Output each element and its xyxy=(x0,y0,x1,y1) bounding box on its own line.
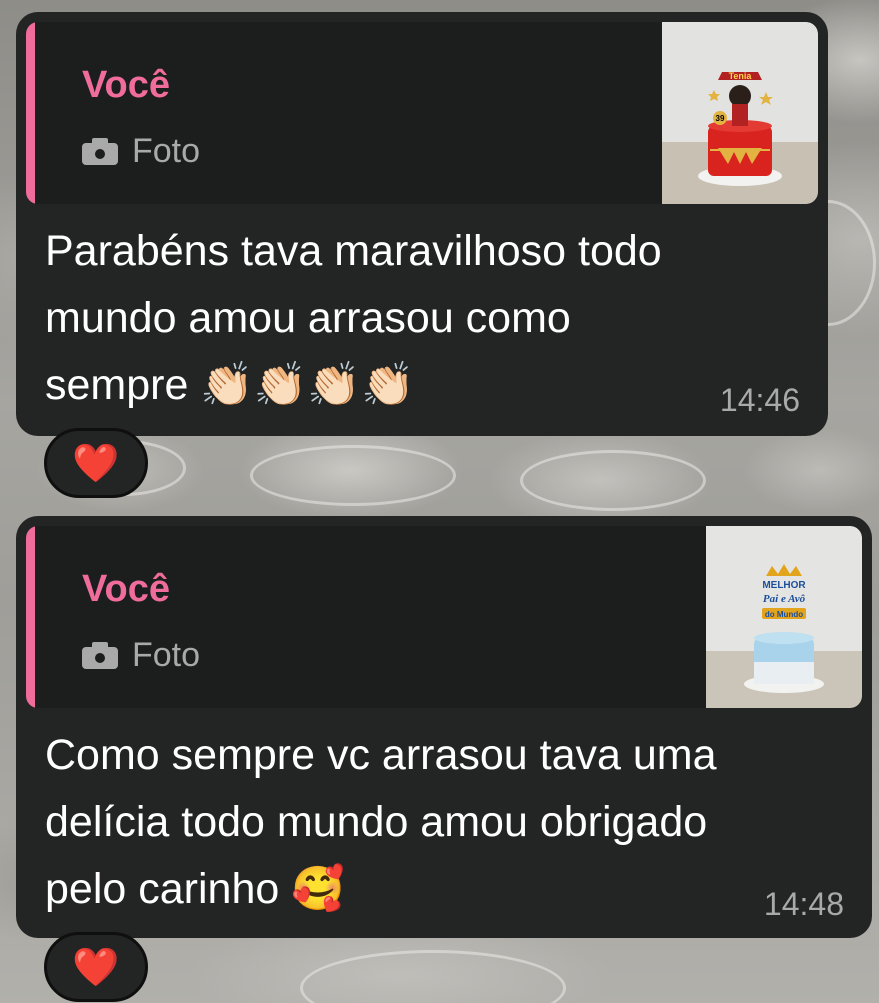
quote-accent-bar xyxy=(26,22,35,204)
quote-thumbnail[interactable]: MELHOR Pai e Avô do Mundo xyxy=(706,526,862,708)
svg-text:Pai e Avô: Pai e Avô xyxy=(763,593,806,605)
quote-accent-bar xyxy=(26,526,35,708)
heart-icon: ❤️ xyxy=(72,944,120,989)
cake-photo-wonder-woman: Tenia 39 xyxy=(662,22,818,204)
svg-text:Tenia: Tenia xyxy=(729,71,753,81)
svg-text:do Mundo: do Mundo xyxy=(765,610,803,619)
cake-photo-blue-melhor-pai: MELHOR Pai e Avô do Mundo xyxy=(706,526,862,708)
message-text: Parabéns tava maravilhoso todo mundo amo… xyxy=(45,227,662,409)
quote-media-type: Foto xyxy=(82,132,200,171)
quote-type-label: Foto xyxy=(132,636,201,674)
quoted-message[interactable]: Você Foto Tenia 39 xyxy=(26,22,818,204)
quote-author: Você xyxy=(82,64,171,106)
quote-media-type: Foto xyxy=(82,636,200,675)
camera-icon xyxy=(82,138,118,165)
reaction-bubble[interactable]: ❤️ xyxy=(44,932,148,1002)
message-bubble[interactable]: Você Foto MELHOR Pai e Avô do Mundo Como… xyxy=(16,516,872,938)
wallpaper-frosting xyxy=(250,445,456,506)
quote-type-label: Foto xyxy=(132,132,201,170)
svg-text:MELHOR: MELHOR xyxy=(762,580,806,591)
quote-thumbnail[interactable]: Tenia 39 xyxy=(662,22,818,204)
wallpaper-frosting xyxy=(520,450,706,511)
reaction-bubble[interactable]: ❤️ xyxy=(44,428,148,498)
heart-icon: ❤️ xyxy=(72,440,120,485)
message-bubble[interactable]: Você Foto Tenia 39 Parabéns tava maravil… xyxy=(16,12,828,436)
message-timestamp: 14:46 xyxy=(719,382,800,418)
quote-author: Você xyxy=(82,568,171,610)
quoted-message[interactable]: Você Foto MELHOR Pai e Avô do Mundo xyxy=(26,526,862,708)
message-timestamp: 14:48 xyxy=(763,886,844,922)
svg-text:39: 39 xyxy=(716,114,725,123)
message-text: Como sempre vc arrasou tava uma delícia … xyxy=(45,731,717,913)
wallpaper-frosting xyxy=(300,950,566,1003)
camera-icon xyxy=(82,642,118,669)
